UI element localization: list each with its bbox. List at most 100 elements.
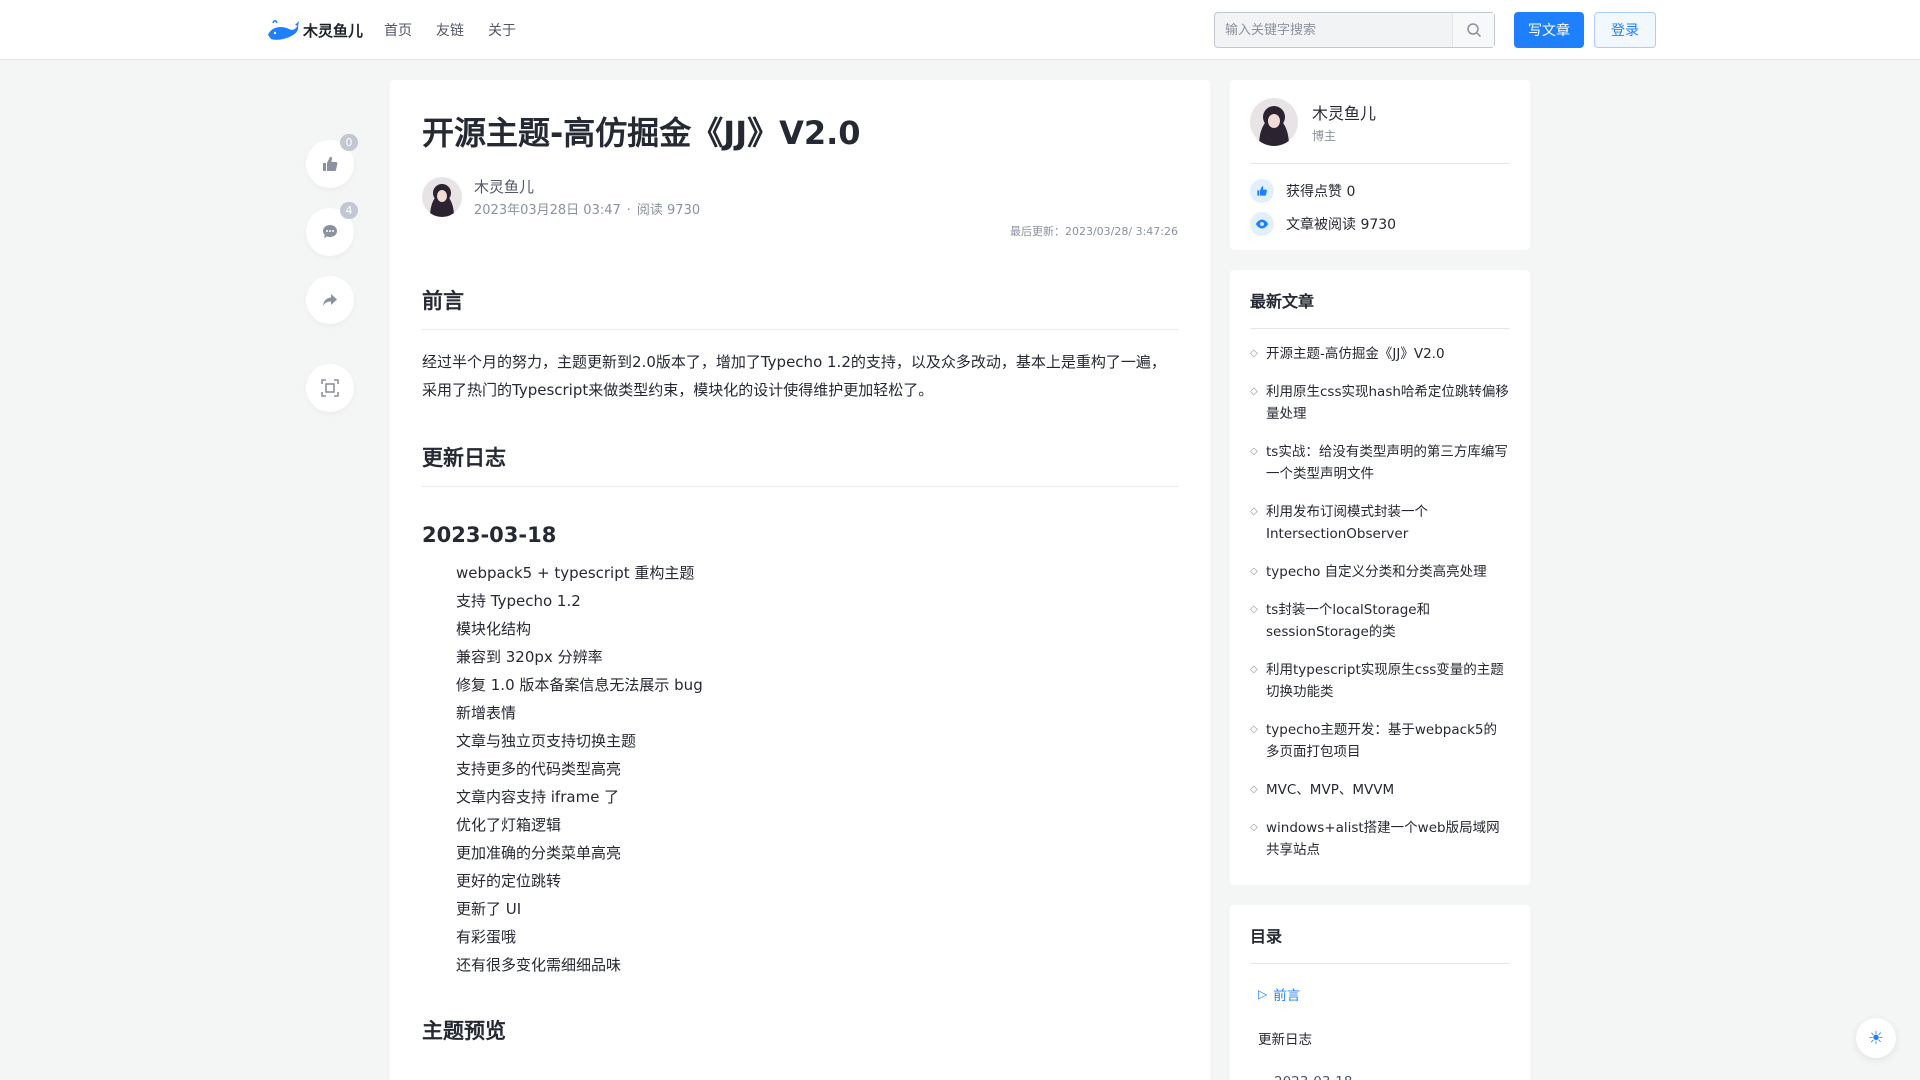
recent-post-link[interactable]: ◇ typecho主题开发：基于webpack5的多页面打包项目: [1250, 719, 1510, 763]
eye-icon: [1250, 211, 1274, 236]
read-count: 阅读 9730: [636, 203, 701, 219]
share-button[interactable]: [306, 276, 354, 324]
top-navbar: 木灵鱼儿 首页 友链 关于 写文章 登录: [0, 0, 1920, 60]
profile-name[interactable]: 木灵鱼儿: [1312, 100, 1376, 124]
last-updated: 最后更新：2023/03/28/ 3:47:26: [1009, 225, 1178, 239]
recent-post-title: MVC、MVP、MVVM: [1266, 782, 1395, 798]
heading-intro: 前言: [422, 285, 1178, 331]
toc-item-log-date[interactable]: 2023-03-18: [1250, 1060, 1510, 1080]
share-icon: [323, 294, 337, 306]
toc-item-label: 2023-03-18: [1274, 1074, 1352, 1080]
recent-post-title: windows+alist搭建一个web版局域网共享站点: [1266, 820, 1500, 858]
diamond-icon: ◇: [1250, 506, 1258, 517]
toc-item-changelog[interactable]: 更新日志: [1250, 1016, 1510, 1060]
list-item: 优化了灯箱逻辑: [456, 816, 562, 835]
stat-likes: 获得点赞 0: [1250, 174, 1510, 207]
toc-item-label: 前言: [1273, 988, 1301, 1004]
diamond-icon: ◇: [1250, 724, 1258, 735]
toc-item-intro[interactable]: ▷ 前言: [1250, 972, 1510, 1016]
search-input[interactable]: [1215, 13, 1452, 47]
recent-post-link[interactable]: ◇ ts实战：给没有类型声明的第三方库编写一个类型声明文件: [1250, 441, 1510, 485]
author-row: 木灵鱼儿 2023年03月28日 03:47 · 阅读 9730: [422, 175, 1178, 219]
avatar-image-icon: [422, 177, 462, 218]
recent-post-link[interactable]: ◇ typecho 自定义分类和分类高亮处理: [1250, 561, 1510, 583]
recent-posts-card: 最新文章 ◇ 开源主题-高仿掘金《JJ》V2.0 ◇ 利用原生css实现hash哈希…: [1230, 270, 1530, 885]
recent-post-title: ts实战：给没有类型声明的第三方库编写一个类型声明文件: [1266, 444, 1508, 482]
comment-count-badge: 4: [340, 202, 358, 219]
toc-title: 目录: [1250, 905, 1510, 964]
nav-home[interactable]: 首页: [384, 20, 412, 40]
toc-item-label: 更新日志: [1258, 1032, 1312, 1048]
toc-card: 目录 ▷ 前言 更新日志 2023-03-18: [1230, 905, 1530, 1080]
like-count-badge: 0: [340, 134, 358, 151]
stat-reads-text: 文章被阅读 9730: [1286, 216, 1397, 233]
login-button[interactable]: 登录: [1594, 12, 1656, 48]
recent-post-title: 利用发布订阅模式封装一个IntersectionObserver: [1266, 504, 1428, 542]
list-item: 更好的定位跳转: [456, 872, 562, 891]
article-meta: 2023年03月28日 03:47 · 阅读 9730: [474, 203, 701, 219]
toc-active-arrow-icon: ▷: [1258, 987, 1268, 1001]
diamond-icon: ◇: [1250, 784, 1258, 795]
list-item: 有彩蛋哦: [456, 928, 517, 947]
list-item: 文章与独立页支持切换主题: [456, 732, 637, 751]
recent-post-link[interactable]: ◇ 利用typescript实现原生css变量的主题切换功能类: [1250, 659, 1510, 703]
whale-logo-icon: [268, 20, 299, 40]
diamond-icon: ◇: [1250, 566, 1258, 577]
stat-likes-text: 获得点赞 0: [1286, 183, 1356, 200]
list-item: 还有很多变化需细细品味: [456, 956, 622, 975]
profile-header: 木灵鱼儿 博主: [1250, 80, 1510, 164]
list-item: 支持 Typecho 1.2: [456, 592, 581, 611]
thumbs-up-icon: [323, 156, 338, 171]
recent-post-title: typecho主题开发：基于webpack5的多页面打包项目: [1266, 722, 1497, 760]
theme-toggle-button[interactable]: ☀: [1856, 1018, 1896, 1058]
diamond-icon: ◇: [1250, 604, 1258, 615]
author-avatar[interactable]: [422, 177, 462, 218]
recent-post-link[interactable]: ◇ 利用原生css实现hash哈希定位跳转偏移量处理: [1250, 381, 1510, 425]
recent-post-link[interactable]: ◇ windows+alist搭建一个web版局域网共享站点: [1250, 817, 1510, 861]
list-item: 修复 1.0 版本备案信息无法展示 bug: [456, 676, 703, 695]
diamond-icon: ◇: [1250, 446, 1258, 457]
recent-post-title: typecho 自定义分类和分类高亮处理: [1266, 564, 1487, 580]
diamond-icon: ◇: [1250, 348, 1258, 359]
heading-changelog: 更新日志: [422, 442, 1178, 488]
search-icon: [1466, 23, 1481, 38]
recent-post-link[interactable]: ◇ MVC、MVP、MVVM: [1250, 779, 1510, 801]
logo-text: 木灵鱼儿: [303, 21, 364, 40]
nav-friends[interactable]: 友链: [436, 20, 464, 40]
list-item: 更加准确的分类菜单高亮: [456, 844, 622, 863]
comment-button[interactable]: 4: [306, 202, 358, 256]
heading-preview: 主题预览: [422, 1019, 506, 1044]
recent-posts-title: 最新文章: [1250, 270, 1510, 329]
publish-date: 2023年03月28日 03:47: [474, 203, 621, 219]
list-item: 兼容到 320px 分辨率: [456, 648, 603, 667]
list-item: 新增表情: [456, 704, 517, 723]
sun-icon: ☀: [1867, 1027, 1885, 1049]
avatar-image-icon: [1250, 97, 1298, 146]
nav-about[interactable]: 关于: [488, 20, 516, 40]
write-article-button[interactable]: 写文章: [1514, 12, 1584, 48]
recent-posts-list: ◇ 开源主题-高仿掘金《JJ》V2.0 ◇ 利用原生css实现hash哈希定位跳转偏…: [1250, 329, 1510, 861]
heading-log-date: 2023-03-18: [422, 523, 557, 548]
list-item: 文章内容支持 iframe 了: [456, 788, 620, 807]
recent-post-link[interactable]: ◇ 利用发布订阅模式封装一个IntersectionObserver: [1250, 501, 1510, 545]
author-profile-card: 木灵鱼儿 博主 获得点赞 0 文章被阅读 9730: [1230, 80, 1530, 250]
recent-post-title: 开源主题-高仿掘金《JJ》V2.0: [1266, 346, 1445, 362]
comment-icon: [323, 225, 337, 238]
thumbs-up-icon: [1250, 178, 1274, 203]
recent-post-link[interactable]: ◇ ts封装一个localStorage和sessionStorage的类: [1250, 599, 1510, 643]
article-card: 开源主题-高仿掘金《JJ》V2.0 木灵鱼儿 2023年03月28日 03:47…: [390, 80, 1210, 1080]
diamond-icon: ◇: [1250, 664, 1258, 675]
recent-post-title: 利用typescript实现原生css变量的主题切换功能类: [1266, 662, 1504, 700]
list-item: 支持更多的代码类型高亮: [456, 760, 622, 779]
stat-reads: 文章被阅读 9730: [1250, 207, 1510, 240]
article-title: 开源主题-高仿掘金《JJ》V2.0: [422, 114, 861, 152]
search-button[interactable]: [1452, 13, 1494, 47]
search-box: [1214, 12, 1495, 48]
recent-post-link[interactable]: ◇ 开源主题-高仿掘金《JJ》V2.0: [1250, 343, 1510, 365]
reading-mode-button[interactable]: [306, 364, 354, 412]
site-logo[interactable]: 木灵鱼儿: [265, 14, 363, 46]
intro-paragraph: 经过半个月的努力，主题更新到2.0版本了，增加了Typecho 1.2的支持，以…: [422, 353, 1166, 400]
author-name[interactable]: 木灵鱼儿: [474, 176, 700, 197]
profile-avatar[interactable]: [1250, 97, 1298, 146]
like-button[interactable]: 0: [306, 134, 358, 188]
